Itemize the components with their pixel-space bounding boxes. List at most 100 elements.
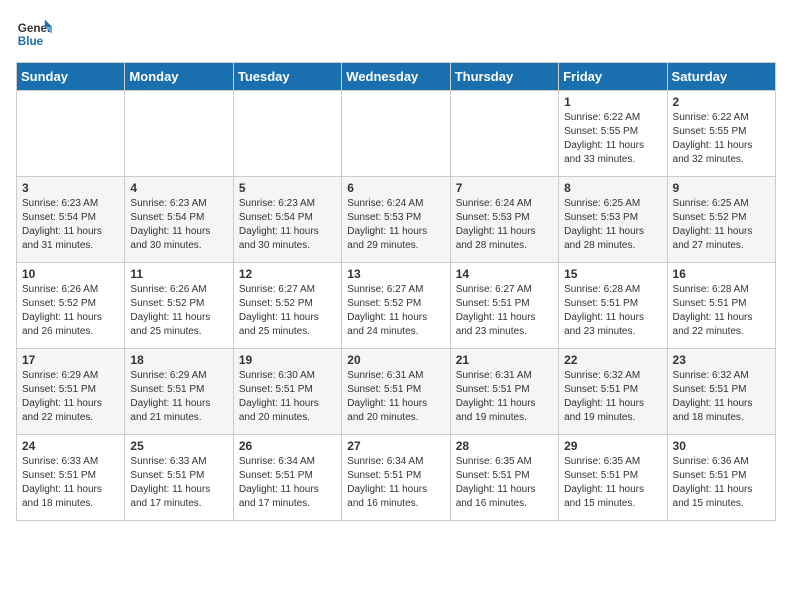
day-info: Sunrise: 6:31 AM Sunset: 5:51 PM Dayligh… (347, 369, 444, 425)
day-info: Sunrise: 6:33 AM Sunset: 5:51 PM Dayligh… (22, 455, 119, 511)
calendar-cell: 24 Sunrise: 6:33 AM Sunset: 5:51 PM Dayli… (17, 435, 125, 521)
logo-icon: General Blue (16, 16, 52, 52)
day-number: 11 (130, 267, 227, 281)
day-number: 7 (456, 181, 553, 195)
day-info: Sunrise: 6:23 AM Sunset: 5:54 PM Dayligh… (130, 197, 227, 253)
day-info: Sunrise: 6:34 AM Sunset: 5:51 PM Dayligh… (239, 455, 336, 511)
calendar-cell: 27Sunrise: 6:34 AM Sunset: 5:51 PM Dayli… (342, 435, 450, 521)
day-info: Sunrise: 6:24 AM Sunset: 5:53 PM Dayligh… (347, 197, 444, 253)
day-number: 21 (456, 353, 553, 367)
weekday-header-wednesday: Wednesday (342, 63, 450, 91)
calendar-cell: 4Sunrise: 6:23 AM Sunset: 5:54 PM Daylig… (125, 177, 233, 263)
day-number: 15 (564, 267, 661, 281)
day-number: 2 (673, 95, 770, 109)
day-number: 14 (456, 267, 553, 281)
calendar-cell: 22 Sunrise: 6:32 AM Sunset: 5:51 PM Dayli… (559, 349, 667, 435)
day-info: Sunrise: 6:25 AM Sunset: 5:52 PM Dayligh… (673, 197, 770, 253)
day-info: Sunrise: 6:34 AM Sunset: 5:51 PM Dayligh… (347, 455, 444, 511)
calendar-cell: 12 Sunrise: 6:27 AM Sunset: 5:52 PM Dayli… (233, 263, 341, 349)
calendar-body: 1 Sunrise: 6:22 AM Sunset: 5:55 PM Daylig… (17, 91, 776, 521)
calendar-cell: 11 Sunrise: 6:26 AM Sunset: 5:52 PM Dayli… (125, 263, 233, 349)
header-row: SundayMondayTuesdayWednesdayThursdayFrid… (17, 63, 776, 91)
calendar-cell: 1 Sunrise: 6:22 AM Sunset: 5:55 PM Daylig… (559, 91, 667, 177)
weekday-header-sunday: Sunday (17, 63, 125, 91)
calendar-cell: 18 Sunrise: 6:29 AM Sunset: 5:51 PM Dayli… (125, 349, 233, 435)
day-info: Sunrise: 6:32 AM Sunset: 5:51 PM Dayligh… (564, 369, 661, 425)
day-number: 12 (239, 267, 336, 281)
calendar-cell: 9 Sunrise: 6:25 AM Sunset: 5:52 PM Daylig… (667, 177, 775, 263)
weekday-header-friday: Friday (559, 63, 667, 91)
day-number: 6 (347, 181, 444, 195)
calendar-cell (342, 91, 450, 177)
day-info: Sunrise: 6:35 AM Sunset: 5:51 PM Dayligh… (456, 455, 553, 511)
day-info: Sunrise: 6:27 AM Sunset: 5:51 PM Dayligh… (456, 283, 553, 339)
day-info: Sunrise: 6:26 AM Sunset: 5:52 PM Dayligh… (22, 283, 119, 339)
day-info: Sunrise: 6:25 AM Sunset: 5:53 PM Dayligh… (564, 197, 661, 253)
weekday-header-saturday: Saturday (667, 63, 775, 91)
day-number: 10 (22, 267, 119, 281)
day-info: Sunrise: 6:29 AM Sunset: 5:51 PM Dayligh… (22, 369, 119, 425)
calendar-cell: 15 Sunrise: 6:28 AM Sunset: 5:51 PM Dayli… (559, 263, 667, 349)
day-info: Sunrise: 6:23 AM Sunset: 5:54 PM Dayligh… (239, 197, 336, 253)
calendar-cell: 14 Sunrise: 6:27 AM Sunset: 5:51 PM Dayli… (450, 263, 558, 349)
week-row-2: 3 Sunrise: 6:23 AM Sunset: 5:54 PM Daylig… (17, 177, 776, 263)
day-info: Sunrise: 6:24 AM Sunset: 5:53 PM Dayligh… (456, 197, 553, 253)
day-info: Sunrise: 6:22 AM Sunset: 5:55 PM Dayligh… (673, 111, 770, 167)
calendar-cell: 13 Sunrise: 6:27 AM Sunset: 5:52 PM Dayli… (342, 263, 450, 349)
weekday-header-thursday: Thursday (450, 63, 558, 91)
day-number: 25 (130, 439, 227, 453)
calendar-cell: 17 Sunrise: 6:29 AM Sunset: 5:51 PM Dayli… (17, 349, 125, 435)
day-info: Sunrise: 6:36 AM Sunset: 5:51 PM Dayligh… (673, 455, 770, 511)
calendar-cell: 23 Sunrise: 6:32 AM Sunset: 5:51 PM Dayli… (667, 349, 775, 435)
calendar-cell: 20 Sunrise: 6:31 AM Sunset: 5:51 PM Dayli… (342, 349, 450, 435)
day-number: 29 (564, 439, 661, 453)
day-info: Sunrise: 6:35 AM Sunset: 5:51 PM Dayligh… (564, 455, 661, 511)
calendar-cell: 3Sunrise: 6:23 AM Sunset: 5:54 PM Daylig… (17, 177, 125, 263)
day-number: 24 (22, 439, 119, 453)
calendar-header: SundayMondayTuesdayWednesdayThursdayFrid… (17, 63, 776, 91)
calendar-cell: 26Sunrise: 6:34 AM Sunset: 5:51 PM Dayli… (233, 435, 341, 521)
day-number: 30 (673, 439, 770, 453)
calendar-cell: 8 Sunrise: 6:25 AM Sunset: 5:53 PM Daylig… (559, 177, 667, 263)
day-number: 9 (673, 181, 770, 195)
calendar-cell: 28Sunrise: 6:35 AM Sunset: 5:51 PM Dayli… (450, 435, 558, 521)
week-row-5: 24 Sunrise: 6:33 AM Sunset: 5:51 PM Dayli… (17, 435, 776, 521)
day-number: 5 (239, 181, 336, 195)
day-number: 8 (564, 181, 661, 195)
day-number: 18 (130, 353, 227, 367)
calendar-cell: 25Sunrise: 6:33 AM Sunset: 5:51 PM Dayli… (125, 435, 233, 521)
day-info: Sunrise: 6:30 AM Sunset: 5:51 PM Dayligh… (239, 369, 336, 425)
logo: General Blue (16, 16, 52, 52)
calendar-cell: 16Sunrise: 6:28 AM Sunset: 5:51 PM Dayli… (667, 263, 775, 349)
day-info: Sunrise: 6:28 AM Sunset: 5:51 PM Dayligh… (673, 283, 770, 339)
calendar-cell (233, 91, 341, 177)
day-number: 19 (239, 353, 336, 367)
calendar-cell: 19 Sunrise: 6:30 AM Sunset: 5:51 PM Dayli… (233, 349, 341, 435)
day-info: Sunrise: 6:27 AM Sunset: 5:52 PM Dayligh… (239, 283, 336, 339)
calendar-cell: 5 Sunrise: 6:23 AM Sunset: 5:54 PM Daylig… (233, 177, 341, 263)
calendar-cell: 2 Sunrise: 6:22 AM Sunset: 5:55 PM Daylig… (667, 91, 775, 177)
day-info: Sunrise: 6:27 AM Sunset: 5:52 PM Dayligh… (347, 283, 444, 339)
calendar-cell: 6 Sunrise: 6:24 AM Sunset: 5:53 PM Daylig… (342, 177, 450, 263)
day-number: 17 (22, 353, 119, 367)
day-info: Sunrise: 6:26 AM Sunset: 5:52 PM Dayligh… (130, 283, 227, 339)
day-number: 20 (347, 353, 444, 367)
calendar-cell: 21 Sunrise: 6:31 AM Sunset: 5:51 PM Dayli… (450, 349, 558, 435)
calendar-cell: 10 Sunrise: 6:26 AM Sunset: 5:52 PM Dayli… (17, 263, 125, 349)
week-row-3: 10 Sunrise: 6:26 AM Sunset: 5:52 PM Dayli… (17, 263, 776, 349)
calendar-cell (125, 91, 233, 177)
day-info: Sunrise: 6:22 AM Sunset: 5:55 PM Dayligh… (564, 111, 661, 167)
day-info: Sunrise: 6:28 AM Sunset: 5:51 PM Dayligh… (564, 283, 661, 339)
calendar-cell (450, 91, 558, 177)
day-info: Sunrise: 6:29 AM Sunset: 5:51 PM Dayligh… (130, 369, 227, 425)
calendar-cell: 29 Sunrise: 6:35 AM Sunset: 5:51 PM Dayli… (559, 435, 667, 521)
day-info: Sunrise: 6:32 AM Sunset: 5:51 PM Dayligh… (673, 369, 770, 425)
day-number: 13 (347, 267, 444, 281)
calendar-cell: 7 Sunrise: 6:24 AM Sunset: 5:53 PM Daylig… (450, 177, 558, 263)
day-info: Sunrise: 6:31 AM Sunset: 5:51 PM Dayligh… (456, 369, 553, 425)
weekday-header-tuesday: Tuesday (233, 63, 341, 91)
day-number: 1 (564, 95, 661, 109)
day-number: 3 (22, 181, 119, 195)
day-number: 23 (673, 353, 770, 367)
day-number: 22 (564, 353, 661, 367)
